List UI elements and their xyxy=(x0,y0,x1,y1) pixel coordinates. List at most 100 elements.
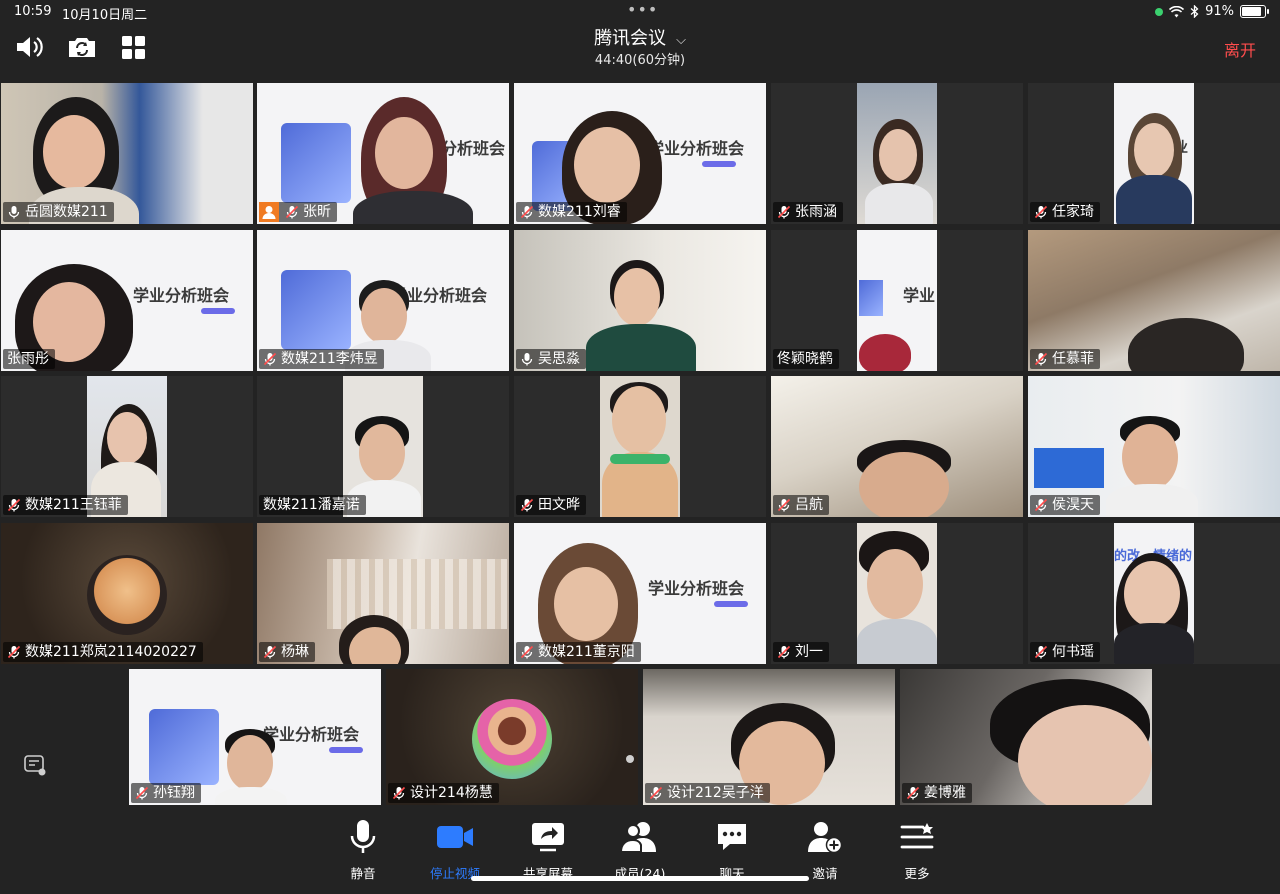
video-tile[interactable]: 吕航 xyxy=(771,376,1023,517)
background-curtain xyxy=(327,559,507,629)
meeting-title-dropdown[interactable]: 腾讯会议 ⌵ xyxy=(0,24,1280,50)
video-tile[interactable]: 刘一 xyxy=(771,523,1023,664)
slide-title: 分析班会 xyxy=(441,139,506,158)
floating-chat-icon[interactable] xyxy=(22,752,48,778)
more-button[interactable]: 更多 xyxy=(877,817,957,882)
video-tile[interactable]: 学业分析班会 孙钰翔 xyxy=(129,669,381,805)
participant-label: 侯淏天 xyxy=(1030,495,1100,515)
mic-muted-icon xyxy=(649,786,663,800)
participant-face xyxy=(867,549,923,619)
slide-tag xyxy=(201,308,235,314)
mic-muted-icon xyxy=(7,645,21,659)
video-tile[interactable]: 学业分析班会 数媒211刘睿 xyxy=(514,83,766,224)
status-right: 91% xyxy=(1155,4,1269,19)
leave-button[interactable]: 离开 xyxy=(1224,37,1256,61)
video-tile[interactable]: 的改…情绪的 何书瑶 xyxy=(1028,523,1280,664)
participant-face xyxy=(107,412,147,464)
chat-button[interactable]: 聊天 xyxy=(692,817,772,882)
participant-label: 张雨彤 xyxy=(3,349,55,369)
video-tile[interactable]: 吴思淼 xyxy=(514,230,766,371)
members-icon xyxy=(600,817,680,857)
video-tile[interactable]: 设计212吴子洋 xyxy=(643,669,895,805)
participant-name: 田文晔 xyxy=(538,497,580,513)
video-tile[interactable]: 学业分析班会 张雨彤 xyxy=(1,230,253,371)
battery-percent: 91% xyxy=(1205,4,1234,19)
mic-muted-icon xyxy=(7,498,21,512)
participant-face xyxy=(375,117,433,189)
video-tile[interactable]: 学业分析班会 数媒211李炜昱 xyxy=(257,230,509,371)
video-tile[interactable]: 田文晔 xyxy=(514,376,766,517)
participant-label: 任家琦 xyxy=(1030,202,1100,222)
scroll-indicator-dot xyxy=(626,755,634,763)
participant-name: 吴思淼 xyxy=(538,351,580,367)
participant-label: 数媒211董京阳 xyxy=(516,642,641,662)
mute-button[interactable]: 静音 xyxy=(323,817,403,882)
video-tile[interactable]: 设计214杨慧 xyxy=(386,669,638,805)
video-tile[interactable]: 学业 佟颖晓鹤 xyxy=(771,230,1023,371)
invite-button[interactable]: 邀请 xyxy=(785,817,865,882)
participant-name: 何书瑶 xyxy=(1052,644,1094,660)
video-tile[interactable]: 张雨涵 xyxy=(771,83,1023,224)
slide-title: 学业分析班会 xyxy=(648,579,745,598)
video-tile[interactable]: 数媒211王钰菲 xyxy=(1,376,253,517)
video-tile[interactable]: 姜博雅 xyxy=(900,669,1152,805)
participant-body xyxy=(215,787,287,805)
mic-muted-icon xyxy=(777,645,791,659)
status-date: 10月10日周二 xyxy=(62,8,148,23)
video-tile[interactable]: 数媒211潘嘉诺 xyxy=(257,376,509,517)
share-screen-button[interactable]: 共享屏幕 xyxy=(508,817,588,882)
participant-body xyxy=(857,619,937,664)
stop-video-button[interactable]: 停止视频 xyxy=(415,817,495,882)
participant-body xyxy=(353,191,473,224)
chat-bubble-icon xyxy=(692,817,772,857)
cat-avatar-icon xyxy=(87,555,167,635)
participant-name: 姜博雅 xyxy=(924,785,966,801)
participant-name: 设计212吴子洋 xyxy=(667,785,764,801)
slide-title: 学业 xyxy=(903,286,936,305)
slide-tag xyxy=(702,161,736,167)
video-tile[interactable]: 任慕菲 xyxy=(1028,230,1280,371)
mic-muted-icon xyxy=(263,645,277,659)
more-label: 更多 xyxy=(904,866,930,881)
video-tile[interactable]: 分析班会 张昕 xyxy=(257,83,509,224)
more-menu-icon xyxy=(877,817,957,857)
participant-name: 数媒211李炜昱 xyxy=(281,351,378,367)
participant-label: 何书瑶 xyxy=(1030,642,1100,662)
participant-face xyxy=(359,424,405,482)
video-tile[interactable]: 学业分析班会 数媒211董京阳 xyxy=(514,523,766,664)
multitask-dots-icon[interactable]: ••• xyxy=(627,0,658,19)
video-tile[interactable]: 侯淏天 xyxy=(1028,376,1280,517)
video-tile[interactable]: 业 任家琦 xyxy=(1028,83,1280,224)
home-indicator[interactable] xyxy=(471,876,809,881)
participant-label: 田文晔 xyxy=(516,495,586,515)
participant-face xyxy=(1124,561,1180,627)
slide-title: 学业分析班会 xyxy=(263,725,360,744)
background-sofa xyxy=(1034,448,1104,488)
mic-on-icon xyxy=(520,352,534,366)
video-tile[interactable]: 岳圆数媒211 xyxy=(1,83,253,224)
participant-label: 数媒211刘睿 xyxy=(516,202,627,222)
cartoon-avatar-icon xyxy=(472,699,552,779)
participant-name: 岳圆数媒211 xyxy=(25,204,108,220)
members-button[interactable]: 成员(24) xyxy=(600,817,680,882)
mic-muted-icon xyxy=(1034,645,1048,659)
mic-muted-icon xyxy=(1034,205,1048,219)
share-screen-icon xyxy=(508,817,588,857)
mic-muted-icon xyxy=(1034,352,1048,366)
participant-name: 张雨涵 xyxy=(795,204,837,220)
slide-tag xyxy=(329,747,363,753)
host-badge-icon xyxy=(259,202,279,222)
participant-label: 数媒211王钰菲 xyxy=(3,495,128,515)
video-tile[interactable]: 数媒211郑岚2114020227 xyxy=(1,523,253,664)
participant-hair xyxy=(859,334,911,371)
participant-label: 数媒211郑岚2114020227 xyxy=(3,642,203,662)
video-tile[interactable]: 杨琳 xyxy=(257,523,509,664)
mic-muted-icon xyxy=(777,498,791,512)
mic-muted-icon xyxy=(285,205,299,219)
participant-body xyxy=(586,324,696,371)
participant-body xyxy=(1106,484,1198,517)
participant-label: 张昕 xyxy=(259,202,337,222)
participant-face xyxy=(612,386,666,454)
participant-name: 张雨彤 xyxy=(7,351,49,367)
mic-muted-icon xyxy=(1034,498,1048,512)
